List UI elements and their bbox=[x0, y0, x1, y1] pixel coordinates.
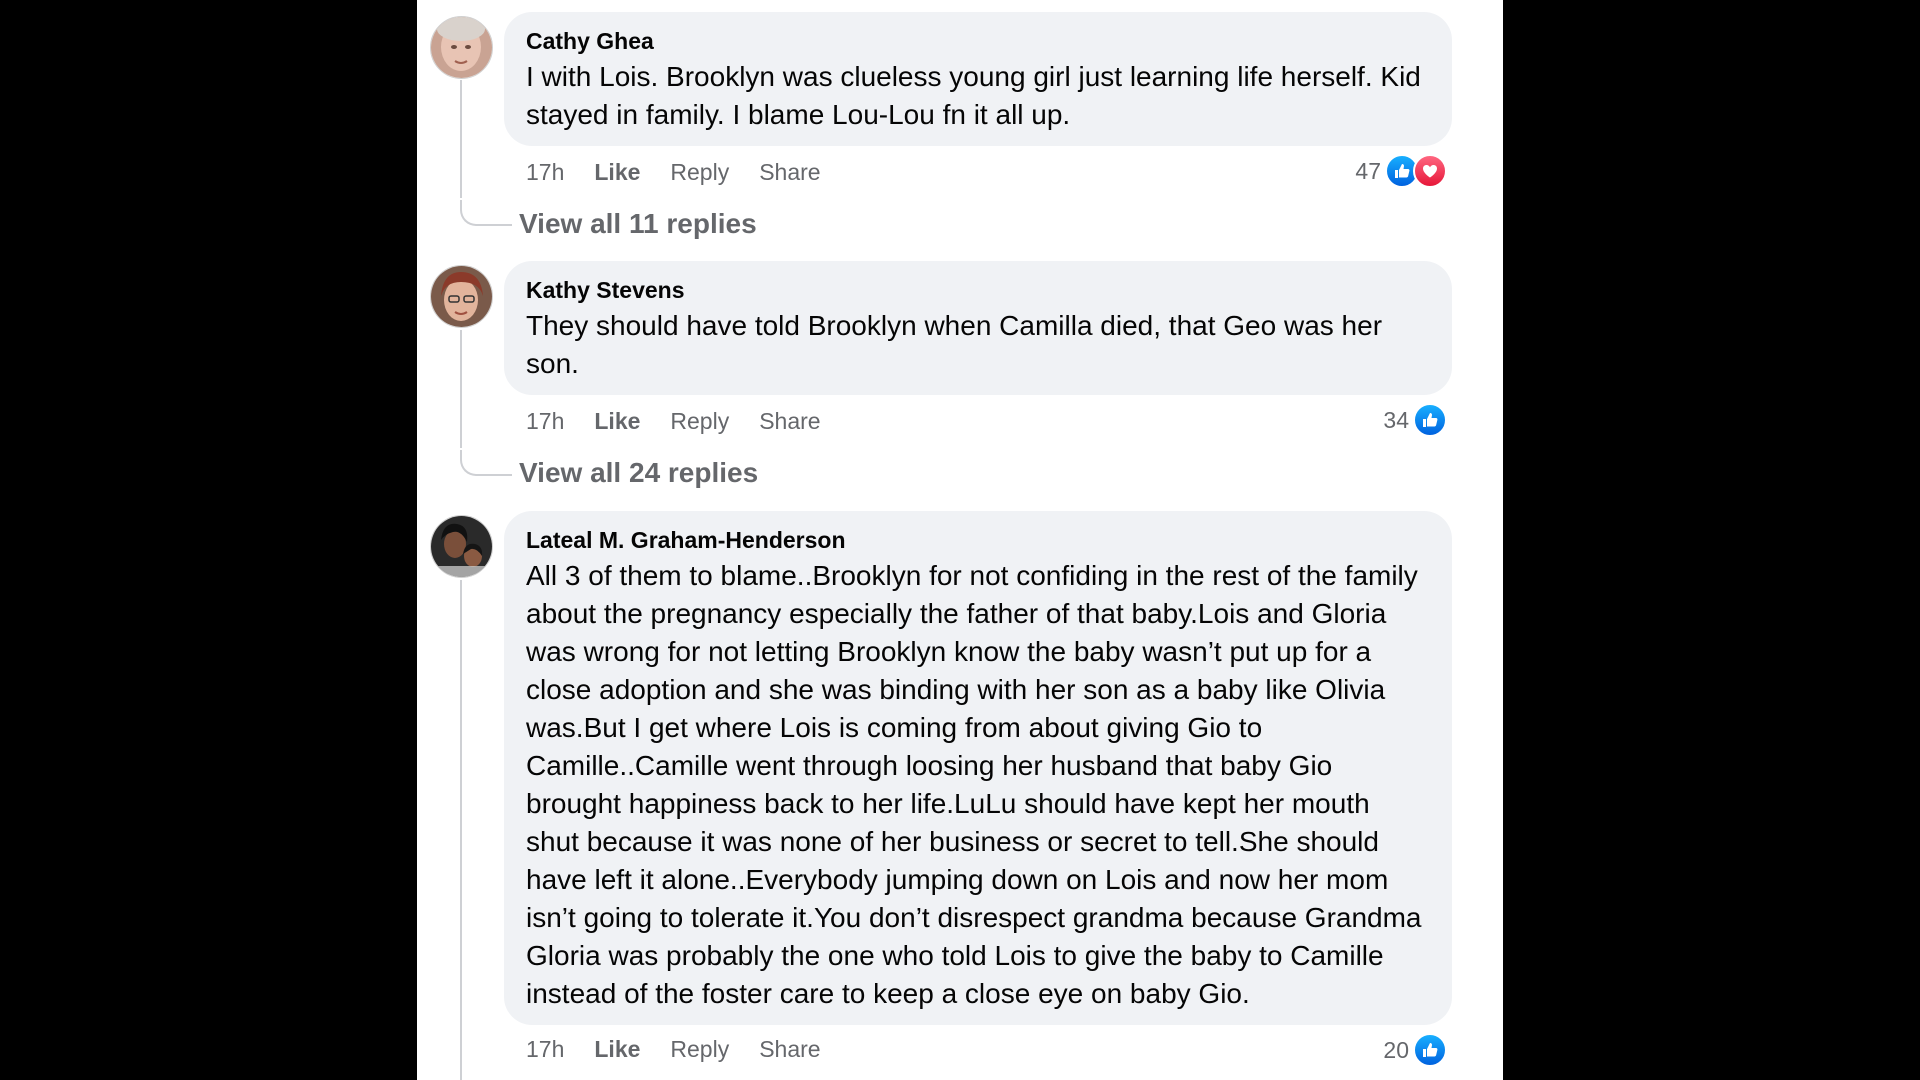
comment-text: All 3 of them to blame..Brooklyn for not… bbox=[526, 560, 1422, 1009]
comment-actions: 17h Like Reply Share bbox=[526, 155, 821, 189]
like-button[interactable]: Like bbox=[594, 1036, 640, 1063]
reaction-summary[interactable]: 20 bbox=[1383, 1031, 1447, 1069]
comment-timestamp[interactable]: 17h bbox=[526, 408, 564, 435]
reply-button[interactable]: Reply bbox=[670, 1036, 729, 1063]
comment-author[interactable]: Cathy Ghea bbox=[526, 26, 1430, 56]
reaction-summary[interactable]: 47 bbox=[1355, 152, 1447, 190]
love-icon bbox=[1413, 154, 1447, 188]
comment-timestamp[interactable]: 17h bbox=[526, 159, 564, 186]
reply-button[interactable]: Reply bbox=[670, 159, 729, 186]
comment-text: They should have told Brooklyn when Cami… bbox=[526, 310, 1383, 379]
comment-actions: 17h Like Reply Share bbox=[526, 1032, 821, 1066]
share-button[interactable]: Share bbox=[759, 159, 820, 186]
comment-bubble: Kathy Stevens They should have told Broo… bbox=[504, 261, 1452, 395]
comment-actions: 17h Like Reply Share bbox=[526, 404, 821, 438]
like-icon bbox=[1413, 1033, 1447, 1067]
reply-button[interactable]: Reply bbox=[670, 408, 729, 435]
comment-text: I with Lois. Brooklyn was clueless young… bbox=[526, 61, 1421, 130]
reaction-count: 34 bbox=[1383, 406, 1409, 433]
comment-bubble: Cathy Ghea I with Lois. Brooklyn was clu… bbox=[504, 12, 1452, 146]
comment-bubble: Lateal M. Graham-Henderson All 3 of them… bbox=[504, 511, 1452, 1025]
thread-line bbox=[460, 80, 462, 198]
comment-timestamp[interactable]: 17h bbox=[526, 1036, 564, 1063]
comment-author[interactable]: Lateal M. Graham-Henderson bbox=[526, 525, 1430, 555]
thread-connector bbox=[460, 200, 512, 226]
comment-author[interactable]: Kathy Stevens bbox=[526, 275, 1430, 305]
like-button[interactable]: Like bbox=[594, 159, 640, 186]
share-button[interactable]: Share bbox=[759, 1036, 820, 1063]
like-icon bbox=[1413, 403, 1447, 437]
avatar[interactable] bbox=[430, 515, 493, 578]
thread-line bbox=[460, 330, 462, 448]
view-replies-link[interactable]: View all 11 replies bbox=[519, 207, 757, 241]
like-button[interactable]: Like bbox=[594, 408, 640, 435]
thread-connector bbox=[460, 450, 512, 476]
view-replies-link[interactable]: View all 24 replies bbox=[519, 456, 758, 490]
thread-line bbox=[460, 580, 462, 1080]
avatar[interactable] bbox=[430, 265, 493, 328]
comments-panel: Cathy Ghea I with Lois. Brooklyn was clu… bbox=[417, 0, 1503, 1080]
avatar[interactable] bbox=[430, 16, 493, 79]
share-button[interactable]: Share bbox=[759, 408, 820, 435]
reaction-count: 20 bbox=[1383, 1036, 1409, 1063]
reaction-summary[interactable]: 34 bbox=[1383, 401, 1447, 439]
reaction-count: 47 bbox=[1355, 157, 1381, 184]
